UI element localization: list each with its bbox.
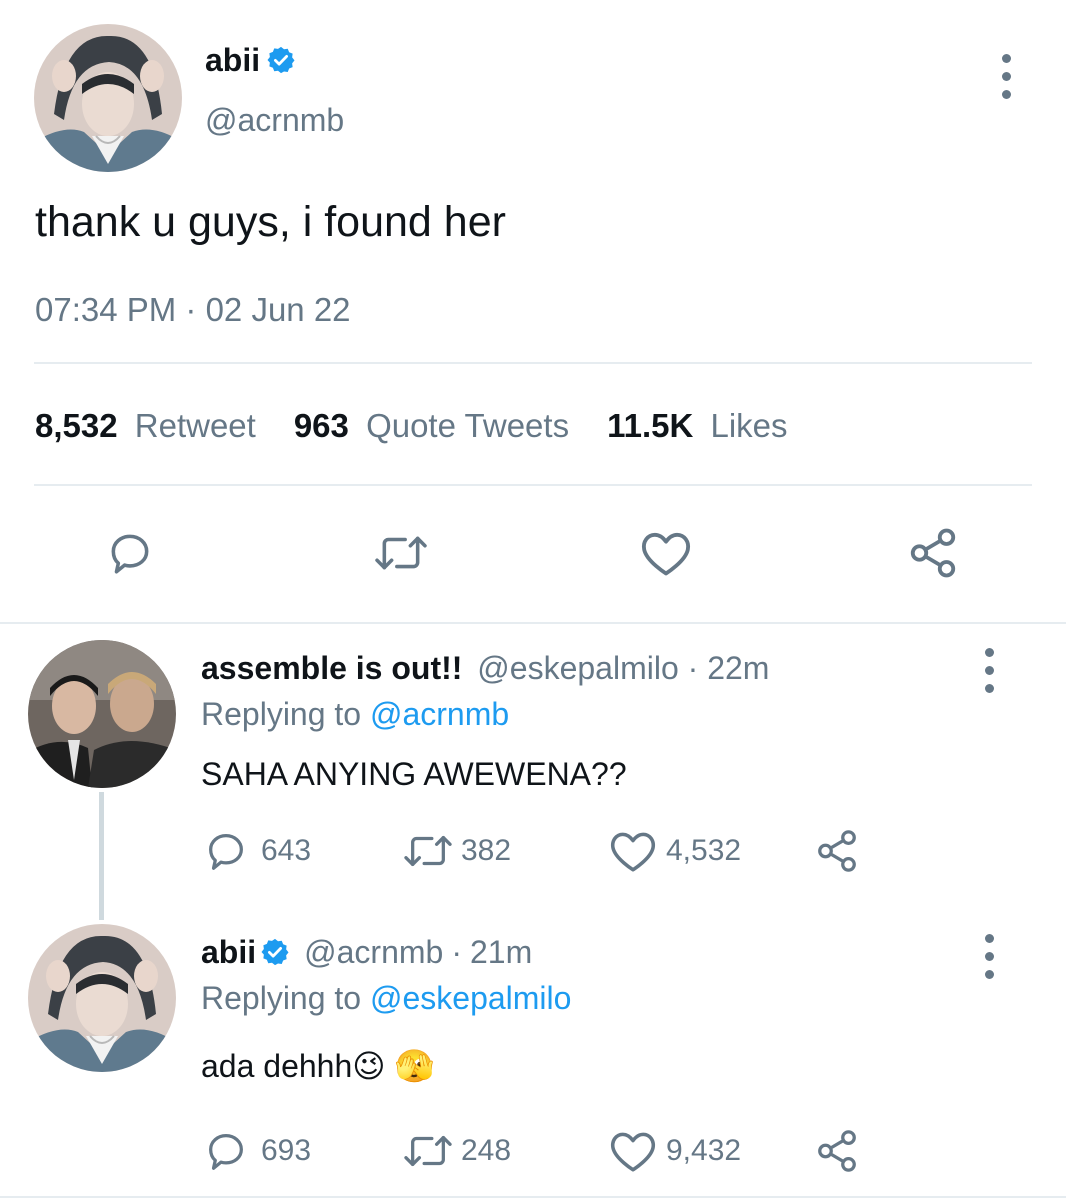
reply-2-replying-to-link[interactable]: @eskepalmilo	[370, 980, 571, 1016]
reply-1-replying-line: Replying to @acrnmb	[201, 694, 509, 734]
main-reply-button[interactable]	[104, 528, 156, 583]
retweets-label: Retweet	[134, 407, 256, 444]
reply-1-display-name[interactable]: assemble is out!!	[201, 650, 462, 686]
main-stats-row: 8,532 Retweet 963 Quote Tweets 11.5K Lik…	[35, 406, 788, 446]
main-display-name[interactable]: abii	[205, 40, 260, 80]
reply-2-like-count: 9,432	[666, 1134, 742, 1167]
quotes-stat[interactable]: 963 Quote Tweets	[294, 406, 569, 446]
main-tweet-text: thank u guys, i found her	[35, 198, 506, 246]
reply-2-time[interactable]: 21m	[470, 932, 532, 972]
reply-icon	[209, 1134, 243, 1170]
divider-3	[0, 622, 1066, 624]
divider-1	[34, 362, 1032, 364]
reply-2-replying-prefix: Replying to	[201, 980, 362, 1016]
share-icon	[818, 1130, 856, 1172]
retweet-icon	[375, 536, 427, 570]
reply-1-reply-button[interactable]: 643	[203, 828, 311, 874]
main-display-name-row[interactable]: abii	[205, 40, 296, 80]
main-avatar[interactable]	[34, 24, 182, 172]
reply-1-retweet-button[interactable]: 382	[399, 828, 511, 874]
reply-2-reply-button[interactable]: 693	[203, 1128, 311, 1174]
reply-1-like-count: 4,532	[666, 834, 742, 867]
reply-1-retweet-count: 382	[461, 834, 512, 867]
main-handle[interactable]: @acrnmb	[205, 100, 344, 140]
reply-1-share-button[interactable]	[814, 828, 860, 879]
reply-2-display-name[interactable]: abii	[201, 932, 256, 972]
main-retweet-button[interactable]	[368, 528, 434, 583]
reply-1-separator: ·	[687, 650, 699, 686]
reply-2-retweet-count: 248	[461, 1134, 512, 1167]
share-icon	[910, 528, 956, 578]
reply-1-time[interactable]: 22m	[707, 650, 769, 686]
share-icon	[818, 830, 856, 872]
divider-2	[34, 484, 1032, 486]
reply-1-more-options-icon[interactable]	[983, 648, 995, 693]
heart-icon	[610, 1132, 656, 1172]
reply-icon	[209, 834, 243, 870]
reply-1-reply-count: 643	[261, 834, 312, 867]
verified-badge-icon	[267, 46, 295, 74]
retweets-stat[interactable]: 8,532 Retweet	[35, 406, 256, 446]
reply-2-replying-line: Replying to @eskepalmilo	[201, 978, 571, 1018]
retweet-icon	[404, 835, 452, 867]
reply-1-text: SAHA ANYING AWEWENA??	[201, 756, 627, 792]
reply-thread-line	[99, 792, 104, 920]
main-timestamp[interactable]: 07:34 PM · 02 Jun 22	[35, 290, 351, 330]
reply-2-reply-count: 693	[261, 1134, 312, 1167]
reply-1-header[interactable]: assemble is out!! @eskepalmilo · 22m	[201, 648, 769, 688]
reply-2-separator: ·	[451, 934, 462, 970]
main-share-button[interactable]	[906, 526, 960, 585]
reply-2-handle[interactable]: @acrnmb	[304, 932, 443, 972]
likes-stat[interactable]: 11.5K Likes	[607, 406, 787, 446]
reply-2-avatar[interactable]	[28, 924, 176, 1072]
retweet-icon	[404, 1135, 452, 1167]
main-like-button[interactable]	[638, 528, 694, 583]
heart-icon	[641, 532, 691, 576]
likes-label: Likes	[710, 407, 788, 444]
reply-2-retweet-button[interactable]: 248	[399, 1128, 511, 1174]
reply-2-like-button[interactable]: 9,432	[608, 1128, 741, 1174]
divider-bottom	[0, 1196, 1066, 1198]
reply-1-handle[interactable]: @eskepalmilo	[477, 650, 678, 686]
reply-1-like-button[interactable]: 4,532	[608, 828, 741, 874]
heart-icon	[610, 832, 656, 872]
reply-icon	[111, 534, 149, 574]
reply-2-header[interactable]: abii @acrnmb · 21m	[201, 932, 532, 972]
reply-2-text: ada dehhh😉 🫣	[201, 1048, 435, 1084]
reply-2-more-options-icon[interactable]	[983, 934, 995, 979]
reply-2-share-button[interactable]	[814, 1128, 860, 1179]
retweets-count: 8,532	[35, 407, 118, 444]
quotes-count: 963	[293, 407, 349, 444]
likes-count: 11.5K	[607, 407, 694, 444]
reply-1-avatar[interactable]	[28, 640, 176, 788]
verified-badge-icon	[261, 938, 289, 966]
reply-1-replying-prefix: Replying to	[201, 696, 362, 732]
quotes-label: Quote Tweets	[366, 407, 570, 444]
main-more-options-icon[interactable]	[1000, 54, 1012, 99]
reply-1-replying-to-link[interactable]: @acrnmb	[370, 696, 509, 732]
